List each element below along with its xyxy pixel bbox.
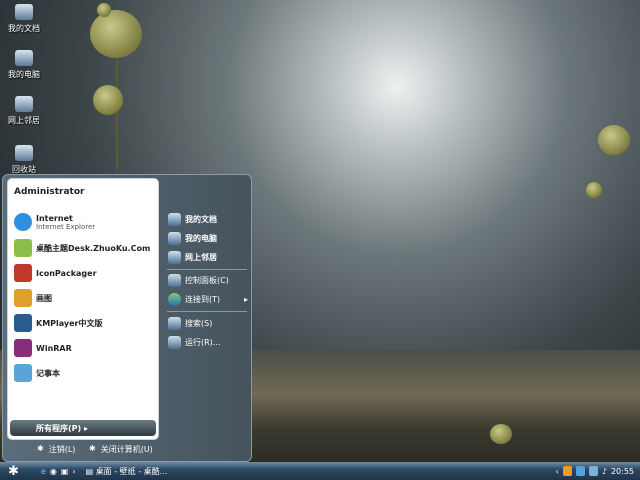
program-paint[interactable]: 画图 [14,289,52,307]
program-iconpackager[interactable]: IconPackager [14,264,97,282]
desktop-icon-my-documents[interactable]: 我的文档 [2,4,46,34]
divider [167,269,247,270]
system-tray: ‹ ♪ 20:55 [556,466,640,476]
taskbar: ✱ e ◉ ▣ › ▤ 桌面 - 壁纸 - 桌酷... ‹ ♪ 20:55 [0,462,640,480]
ie-icon [14,213,32,231]
logoff-button[interactable]: ✱ 注销(L) [37,444,75,455]
menu-run[interactable]: 运行(R)... [168,336,220,349]
tray-expand-icon[interactable]: ‹ [556,467,559,476]
volume-icon[interactable]: ♪ [602,467,607,476]
logoff-icon: ✱ [37,444,44,453]
quicklaunch-desktop-icon[interactable]: ▣ [61,467,69,476]
menu-control-panel[interactable]: 控制面板(C) [168,274,229,287]
menu-network[interactable]: 网上邻居 [168,251,217,264]
network-icon [15,96,33,112]
notepad-icon [14,364,32,382]
desktop-icon-recycle-bin[interactable]: 回收站 [2,145,46,175]
all-programs-button[interactable]: 所有程序(P) ▸ [10,420,156,436]
program-winrar[interactable]: WinRAR [14,339,72,357]
menu-search[interactable]: 搜索(S) [168,317,212,330]
taskbar-button-explorer[interactable]: ▤ 桌面 - 壁纸 - 桌酷... [86,466,168,477]
desktop-icon-network[interactable]: 网上邻居 [2,96,46,126]
program-zhuoku[interactable]: 桌酷主题Desk.ZhuoKu.Com [14,239,150,257]
kmplayer-icon [14,314,32,332]
search-icon [168,317,181,330]
paint-icon [14,289,32,307]
program-notepad[interactable]: 记事本 [14,364,60,382]
start-menu: Administrator Internet Internet Explorer … [2,174,252,462]
program-kmplayer[interactable]: KMPlayer中文版 [14,314,103,332]
quicklaunch-browser-icon[interactable]: ◉ [50,467,57,476]
submenu-arrow-icon: ▸ [243,295,248,304]
clock[interactable]: 20:55 [611,467,634,476]
menu-my-computer[interactable]: 我的电脑 [168,232,217,245]
zhuoku-icon [14,239,32,257]
desktop-icon-my-computer[interactable]: 我的电脑 [2,50,46,80]
wallpaper-pod [90,10,142,58]
computer-icon [15,50,33,66]
run-icon [168,336,181,349]
documents-icon [15,4,33,20]
user-name: Administrator [14,187,85,197]
winrar-icon [14,339,32,357]
control-panel-icon [168,274,181,287]
tray-app-icon-2[interactable] [588,466,598,476]
start-menu-programs-panel: Administrator Internet Internet Explorer … [7,178,159,440]
network-icon [168,251,181,264]
computer-icon [168,232,181,245]
recycle-bin-icon [15,145,33,161]
program-internet-explorer[interactable]: Internet Internet Explorer [14,213,95,231]
tray-app-icon[interactable] [562,466,572,476]
start-button[interactable]: ✱ [8,464,19,479]
network-tray-icon[interactable] [575,466,585,476]
shutdown-icon: ✱ [89,444,96,453]
quicklaunch-expand-icon[interactable]: › [72,467,75,476]
documents-icon [168,213,181,226]
menu-my-documents[interactable]: 我的文档 [168,213,217,226]
quicklaunch-ie-icon[interactable]: e [41,467,46,476]
shutdown-button[interactable]: ✱ 关闭计算机(U) [89,444,153,455]
iconpackager-icon [14,264,32,282]
globe-icon [168,293,181,306]
menu-connect-to[interactable]: 连接到(T) ▸ [168,293,248,306]
